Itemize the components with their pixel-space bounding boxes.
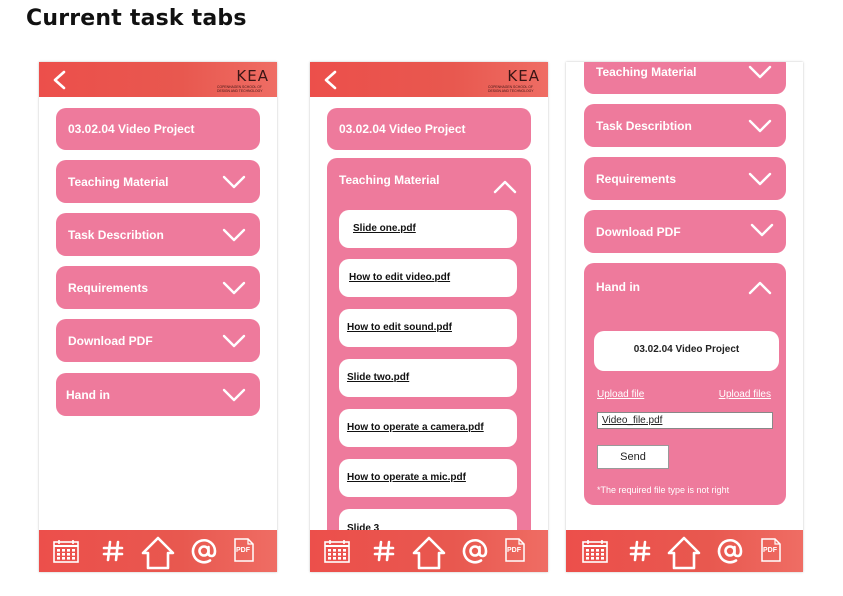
hand-in-panel: Hand in 03.02.04 Video Project Upload fi… (584, 263, 786, 505)
project-title: 03.02.04 Video Project (633, 344, 740, 355)
file-link[interactable]: How to edit video.pdf (339, 259, 517, 297)
pdf-icon-label: PDF (236, 547, 250, 554)
panel-title[interactable]: Teaching Material (339, 173, 439, 187)
logo-tagline: COPENHAGEN SCHOOL OF DESIGN AND TECHNOLO… (488, 85, 534, 93)
home-icon[interactable] (412, 530, 446, 572)
tab-task-description[interactable]: Task Describtion (584, 104, 786, 147)
page-title: Current task tabs (26, 6, 247, 31)
hashtag-icon[interactable] (101, 530, 125, 572)
tab-task-description[interactable]: Task Describtion (56, 213, 260, 256)
panel-title[interactable]: Hand in (596, 280, 640, 294)
file-name[interactable]: How to edit sound.pdf (347, 322, 452, 333)
chevron-down-icon (222, 281, 246, 295)
bottom-nav: PDF (566, 530, 803, 572)
home-icon[interactable] (667, 530, 701, 572)
phone-screen-task-overview: KEA COPENHAGEN SCHOOL OF DESIGN AND TECH… (39, 62, 277, 572)
phone-screen-teaching-material: KEA COPENHAGEN SCHOOL OF DESIGN AND TECH… (310, 62, 548, 572)
file-name[interactable]: How to operate a mic.pdf (347, 472, 466, 483)
file-link[interactable]: How to edit sound.pdf (339, 309, 517, 347)
file-input-value: Video_file.pdf (602, 415, 663, 426)
at-icon[interactable] (717, 530, 743, 572)
tab-label: Download PDF (68, 333, 153, 348)
tab-label: Requirements (68, 280, 149, 295)
teaching-material-panel: Teaching Material Slide one.pdf How to e… (327, 158, 531, 558)
tab-download-pdf[interactable]: Download PDF (56, 319, 260, 362)
project-title: 03.02.04 Video Project (68, 122, 195, 136)
pdf-icon-label: PDF (507, 547, 521, 554)
logo-wordmark: KEA (236, 62, 269, 87)
chevron-down-icon (222, 334, 246, 348)
calendar-icon[interactable] (53, 530, 79, 572)
tab-requirements[interactable]: Requirements (56, 266, 260, 309)
bottom-nav: PDF (39, 530, 277, 572)
hashtag-icon[interactable] (372, 530, 396, 572)
at-icon[interactable] (462, 530, 488, 572)
logo-tagline: COPENHAGEN SCHOOL OF DESIGN AND TECHNOLO… (217, 85, 263, 93)
tab-label: Task Describtion (68, 227, 164, 242)
bottom-nav: PDF (310, 530, 548, 572)
at-icon[interactable] (191, 530, 217, 572)
project-title: 03.02.04 Video Project (339, 122, 466, 136)
tab-label: Teaching Material (68, 174, 169, 189)
home-icon[interactable] (141, 530, 175, 572)
chevron-up-icon[interactable] (748, 281, 772, 295)
project-title-card: 03.02.04 Video Project (594, 331, 779, 371)
phone-screen-hand-in: Teaching Material Task Describtion Requi… (566, 62, 803, 572)
project-title-card: 03.02.04 Video Project (56, 108, 260, 150)
tab-label: Teaching Material (596, 65, 697, 79)
chevron-down-icon (750, 223, 774, 237)
back-arrow-icon[interactable] (51, 70, 67, 90)
pdf-icon[interactable]: PDF (233, 530, 255, 572)
file-input[interactable]: Video_file.pdf (597, 412, 773, 429)
chevron-up-icon[interactable] (493, 180, 517, 194)
hashtag-icon[interactable] (628, 530, 652, 572)
chevron-down-icon (222, 175, 246, 189)
upload-file-link[interactable]: Upload file (597, 389, 644, 400)
file-type-error: *The required file type is not right (597, 485, 730, 495)
chevron-down-icon (748, 119, 772, 133)
chevron-down-icon (222, 228, 246, 242)
send-button[interactable]: Send (597, 445, 669, 469)
calendar-icon[interactable] (582, 530, 608, 572)
tab-label: Download PDF (596, 224, 681, 239)
file-link[interactable]: Slide two.pdf (339, 359, 517, 397)
logo-wordmark: KEA (507, 62, 540, 87)
tab-teaching-material[interactable]: Teaching Material (584, 62, 786, 94)
tab-label: Requirements (596, 171, 677, 186)
chevron-down-icon (748, 172, 772, 186)
back-arrow-icon[interactable] (322, 70, 338, 90)
app-header: KEA COPENHAGEN SCHOOL OF DESIGN AND TECH… (39, 62, 277, 97)
file-name[interactable]: Slide one.pdf (353, 223, 416, 234)
tab-teaching-material[interactable]: Teaching Material (56, 160, 260, 203)
app-header: KEA COPENHAGEN SCHOOL OF DESIGN AND TECH… (310, 62, 548, 97)
file-link[interactable]: Slide one.pdf (339, 210, 517, 248)
upload-files-link[interactable]: Upload files (719, 389, 771, 400)
chevron-down-icon (748, 65, 772, 79)
pdf-icon-label: PDF (763, 547, 777, 554)
tab-requirements[interactable]: Requirements (584, 157, 786, 200)
pdf-icon[interactable]: PDF (760, 530, 782, 572)
file-link[interactable]: How to operate a mic.pdf (339, 459, 517, 497)
file-name[interactable]: How to edit video.pdf (349, 272, 450, 283)
tab-download-pdf[interactable]: Download PDF (584, 210, 786, 253)
calendar-icon[interactable] (324, 530, 350, 572)
project-title-card: 03.02.04 Video Project (327, 108, 531, 150)
pdf-icon[interactable]: PDF (504, 530, 526, 572)
file-link[interactable]: How to operate a camera.pdf (339, 409, 517, 447)
kea-logo: KEA COPENHAGEN SCHOOL OF DESIGN AND TECH… (211, 62, 271, 94)
tab-label: Hand in (66, 387, 110, 402)
tab-label: Task Describtion (596, 118, 692, 133)
chevron-down-icon (222, 388, 246, 402)
tab-hand-in[interactable]: Hand in (56, 373, 260, 416)
kea-logo: KEA COPENHAGEN SCHOOL OF DESIGN AND TECH… (482, 62, 542, 94)
file-name[interactable]: How to operate a camera.pdf (347, 422, 484, 433)
file-name[interactable]: Slide two.pdf (347, 372, 409, 383)
